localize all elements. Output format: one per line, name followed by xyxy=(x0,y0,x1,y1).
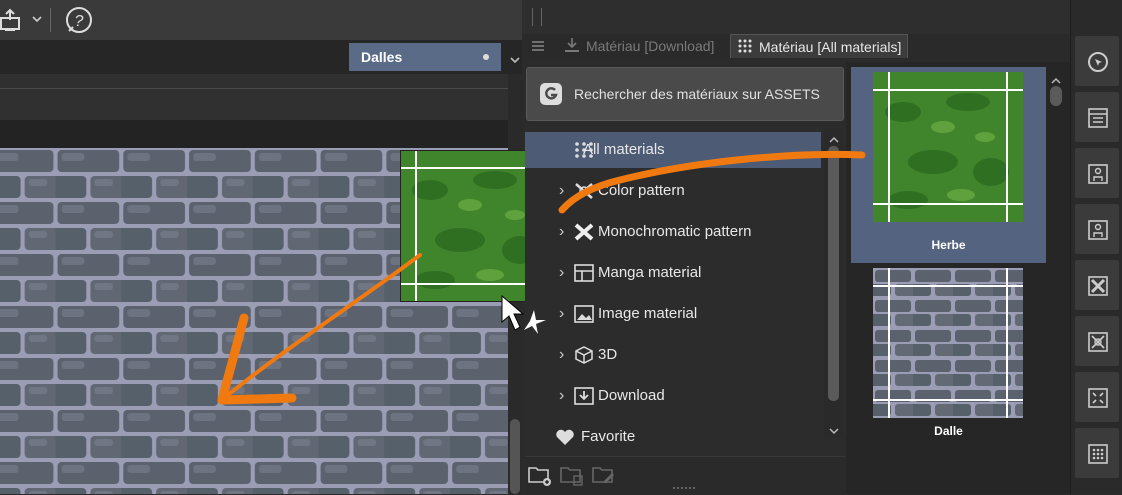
download-icon xyxy=(565,38,579,52)
tone-icon xyxy=(1088,388,1108,408)
tree-item-image-material[interactable]: › Image material xyxy=(525,296,821,332)
stone-tile-preview xyxy=(873,268,1023,418)
panel-header: › » xyxy=(522,0,1122,34)
layer-property-icon xyxy=(1088,108,1108,128)
tab-all-materials[interactable]: Matériau [All materials] xyxy=(730,34,909,58)
chevron-right-icon[interactable]: › xyxy=(559,378,564,414)
toolbar-divider xyxy=(50,8,51,32)
color-pattern-icon xyxy=(575,183,593,199)
download-folder-icon xyxy=(574,387,594,405)
new-folder-icon[interactable] xyxy=(527,463,553,492)
material-thumbnail-list: Herbe Dalle xyxy=(846,62,1070,494)
tree-label: Image material xyxy=(598,305,698,322)
material-tone-button[interactable] xyxy=(1075,372,1119,422)
material-pattern-button[interactable] xyxy=(1075,260,1119,310)
material-grid-button[interactable] xyxy=(1075,428,1119,478)
layer-tab-active[interactable]: Dalles xyxy=(349,43,501,71)
tree-label: Download xyxy=(598,387,665,404)
image-icon xyxy=(574,305,594,323)
layer-subrow xyxy=(0,120,522,148)
tree-item-color-pattern[interactable]: › Color pattern xyxy=(525,173,821,209)
chevron-down-icon[interactable] xyxy=(509,52,521,70)
tree-label: Manga material xyxy=(598,264,702,281)
tree-item-monochromatic-pattern[interactable]: › Monochromatic pattern xyxy=(525,214,821,250)
tree-bottom-bar xyxy=(525,456,845,495)
tree-item-download[interactable]: › Download xyxy=(525,378,821,414)
tab-material-download[interactable]: Matériau [Download] xyxy=(558,34,720,58)
svg-text:?: ? xyxy=(75,13,84,30)
chevron-right-icon[interactable]: › xyxy=(559,296,564,332)
chevron-right-icon[interactable]: › xyxy=(559,214,564,250)
right-toolbar xyxy=(1070,0,1122,494)
layer-name: Dalles xyxy=(361,49,403,65)
material-panel-button-2[interactable] xyxy=(1075,204,1119,254)
tree-item-favorite[interactable]: Favorite xyxy=(525,419,821,455)
material-person-icon xyxy=(1088,220,1108,240)
delete-folder-icon[interactable] xyxy=(559,463,585,492)
material-tree: All materials › Color pattern › Monochro… xyxy=(525,126,845,456)
layer-property-button[interactable] xyxy=(1075,92,1119,142)
grid-dots-icon xyxy=(1088,444,1108,464)
material-tab-row: Matériau [Download] Matériau [All materi… xyxy=(522,34,1070,58)
tree-label: Favorite xyxy=(581,428,636,445)
tree-scroll-thumb[interactable] xyxy=(828,146,839,401)
tree-scrollbar[interactable] xyxy=(824,128,843,438)
cube-icon xyxy=(575,346,593,364)
tree-item-all-materials[interactable]: All materials xyxy=(525,132,821,168)
edit-folder-icon[interactable] xyxy=(591,463,617,492)
mono-pattern-icon xyxy=(574,223,594,241)
thumbnail-herbe[interactable]: Herbe xyxy=(851,67,1046,263)
scroll-down-icon[interactable] xyxy=(829,422,839,440)
navigator-icon xyxy=(1088,52,1108,72)
heart-icon xyxy=(556,429,574,445)
tree-label: Color pattern xyxy=(598,182,685,199)
tree-label: Monochromatic pattern xyxy=(598,223,752,240)
material-panel-button-1[interactable] xyxy=(1075,148,1119,198)
tab-label: Matériau [All materials] xyxy=(759,39,902,55)
thumbnail-scrollbar[interactable] xyxy=(1047,68,1065,494)
menu-icon[interactable] xyxy=(532,39,544,51)
navigator-button[interactable] xyxy=(1075,36,1119,86)
assets-logo-icon xyxy=(539,82,563,111)
resize-grip-icon[interactable] xyxy=(673,487,695,492)
chevron-right-icon[interactable]: › xyxy=(559,173,564,209)
grid-dots-icon xyxy=(738,39,752,53)
help-icon[interactable]: ? xyxy=(64,5,94,40)
thumbnail-label: Herbe xyxy=(931,238,966,252)
tab-label: Matériau [Download] xyxy=(586,38,715,54)
tree-item-manga-material[interactable]: › Manga material xyxy=(525,255,821,291)
search-assets-label: Rechercher des matériaux sur ASSETS xyxy=(574,86,820,102)
layer-dot-icon xyxy=(483,54,489,60)
grass-tile-preview xyxy=(873,72,1023,222)
search-assets-button[interactable]: Rechercher des matériaux sur ASSETS xyxy=(526,67,844,121)
thumbnail-label: Dalle xyxy=(934,424,963,438)
material-icon xyxy=(1088,164,1108,184)
tree-label: All materials xyxy=(583,141,665,158)
mono-pattern-icon xyxy=(1088,276,1108,296)
chevron-right-icon[interactable]: › xyxy=(559,337,564,373)
tree-label: 3D xyxy=(598,346,618,363)
panel-grip-icon[interactable] xyxy=(532,8,542,26)
chevron-down-icon[interactable] xyxy=(31,12,43,30)
manga-icon xyxy=(574,264,594,282)
material-color-button[interactable] xyxy=(1075,316,1119,366)
export-icon[interactable] xyxy=(0,8,26,37)
layer-property-row xyxy=(0,74,522,120)
color-pattern-icon xyxy=(1088,332,1108,352)
chevron-right-icon[interactable]: › xyxy=(559,255,564,291)
tree-item-3d[interactable]: › 3D xyxy=(525,337,821,373)
top-toolbar: ? xyxy=(0,0,522,41)
thumbnail-dalle[interactable]: Dalle xyxy=(851,263,1046,453)
thumbnail-scroll-thumb[interactable] xyxy=(1050,86,1062,106)
